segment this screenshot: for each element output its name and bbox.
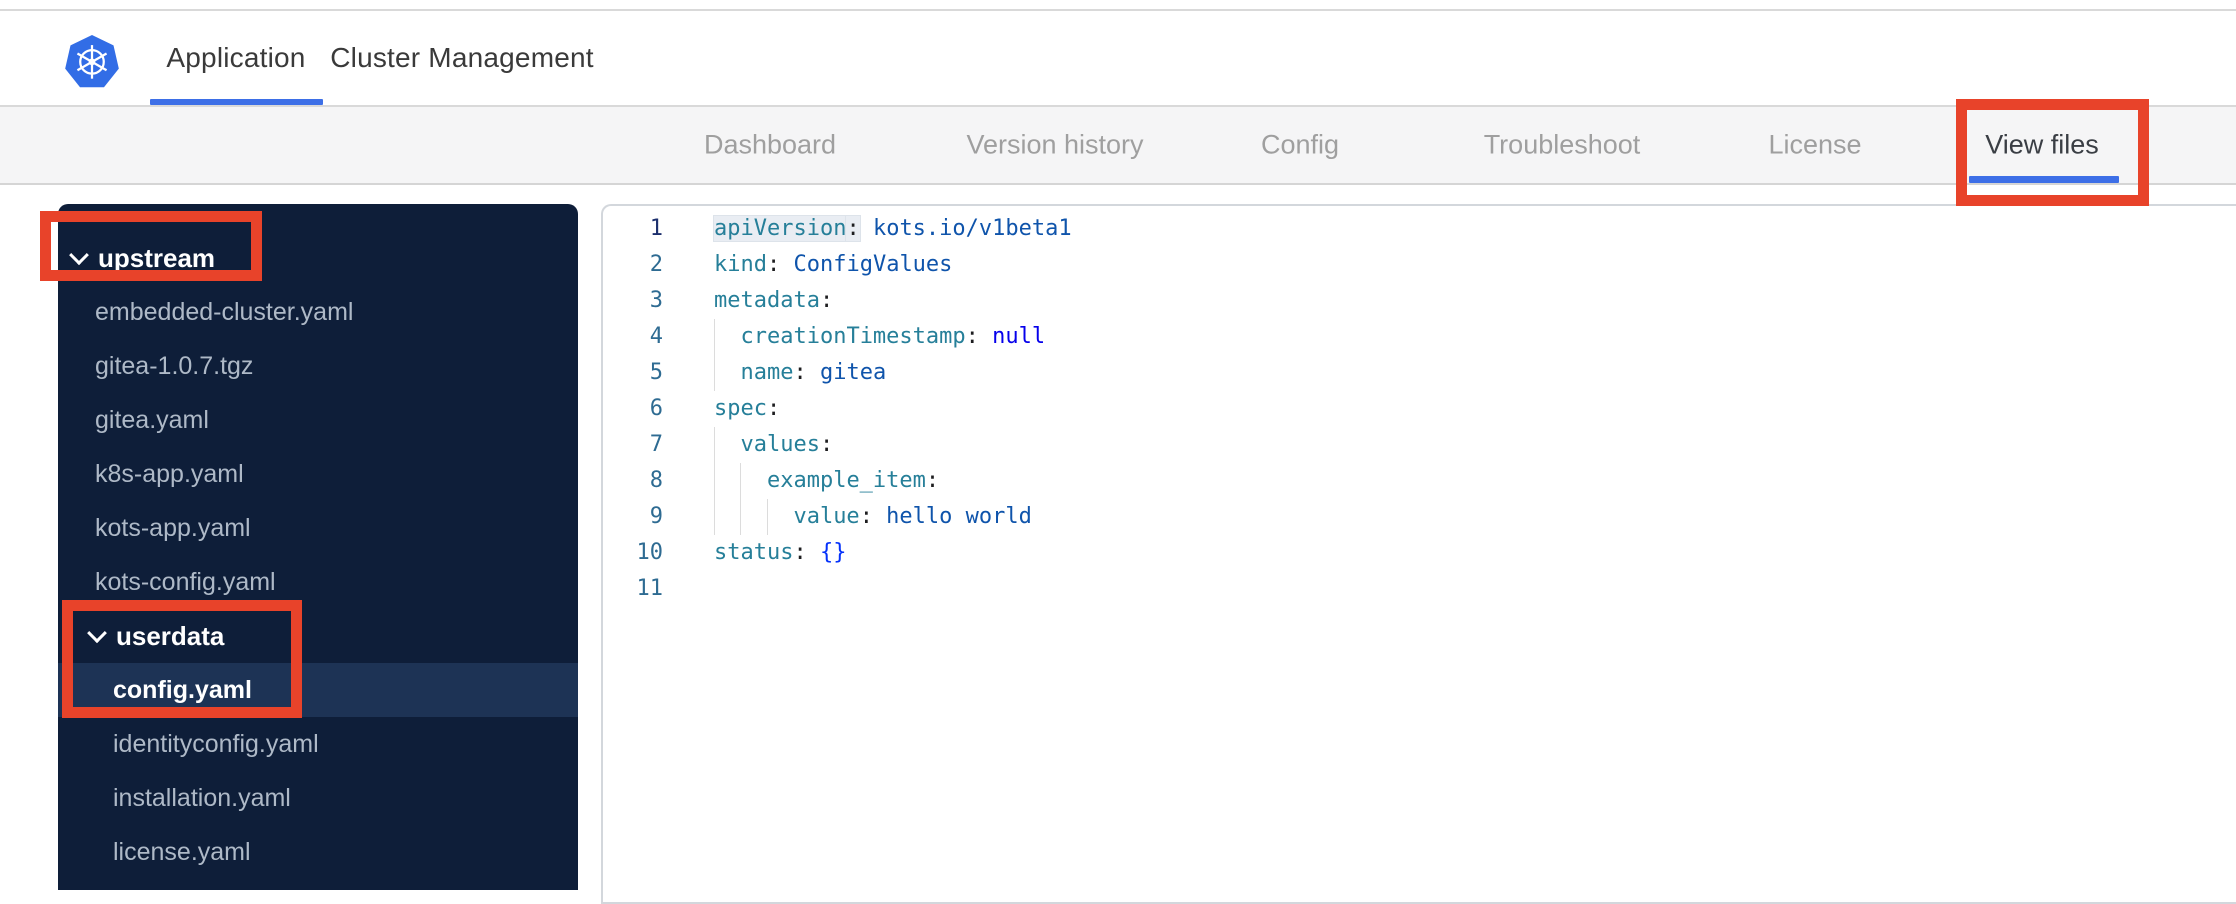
tree-item-label: kots-config.yaml bbox=[95, 567, 276, 596]
tree-file-identityconfig.yaml[interactable]: identityconfig.yaml bbox=[58, 717, 578, 771]
yaml-file-viewer[interactable]: 1 apiVersion: kots.io/v1beta1 2 kind: Confi… bbox=[601, 204, 2236, 904]
editor-line-7: 7 values: bbox=[603, 427, 2236, 463]
editor-line-4: 4 creationTimestamp: null bbox=[603, 319, 2236, 355]
nav-tab-license[interactable]: License bbox=[1768, 130, 1861, 161]
code-text: apiVersion: kots.io/v1beta1 bbox=[714, 216, 1072, 241]
code-text: kind: ConfigValues bbox=[714, 252, 953, 277]
top-tab-cluster-management[interactable]: Cluster Management bbox=[330, 42, 594, 74]
top-bar: Application Cluster Management bbox=[0, 11, 2236, 105]
line-number: 4 bbox=[649, 324, 663, 349]
line-number: 6 bbox=[649, 396, 663, 421]
code-text: creationTimestamp: null bbox=[714, 319, 1045, 355]
line-number: 1 bbox=[649, 216, 663, 241]
tree-file-kots-app.yaml[interactable]: kots-app.yaml bbox=[58, 501, 578, 555]
line-number: 11 bbox=[636, 576, 664, 601]
kubernetes-heptagon-icon bbox=[65, 35, 119, 88]
line-number: 8 bbox=[649, 468, 663, 493]
code-text: values: bbox=[714, 427, 833, 463]
tree-item-label: kots-app.yaml bbox=[95, 513, 251, 542]
code-text: name: gitea bbox=[714, 355, 886, 391]
line-number: 2 bbox=[649, 252, 663, 277]
editor-line-10: 10 status: {} bbox=[603, 535, 2236, 571]
code-text: example_item: bbox=[714, 463, 939, 499]
tree-file-embedded-cluster.yaml[interactable]: embedded-cluster.yaml bbox=[58, 285, 578, 339]
tree-file-config.yaml[interactable]: config.yaml bbox=[58, 663, 578, 717]
tree-file-gitea.yaml[interactable]: gitea.yaml bbox=[58, 393, 578, 447]
line-number: 7 bbox=[649, 432, 663, 457]
editor-line-11: 11 bbox=[603, 571, 2236, 607]
editor-line-2: 2 kind: ConfigValues bbox=[603, 247, 2236, 283]
nav-tab-dashboard[interactable]: Dashboard bbox=[704, 130, 836, 161]
editor-line-6: 6 spec: bbox=[603, 391, 2236, 427]
tree-file-k8s-app.yaml[interactable]: k8s-app.yaml bbox=[58, 447, 578, 501]
nav-tab-config[interactable]: Config bbox=[1261, 130, 1339, 161]
tree-item-label: embedded-cluster.yaml bbox=[95, 297, 354, 326]
tree-item-label: userdata bbox=[116, 620, 225, 651]
tree-folder-userdata[interactable]: userdata bbox=[58, 609, 578, 663]
tree-item-label: installation.yaml bbox=[113, 783, 291, 812]
kubernetes-logo[interactable] bbox=[64, 33, 120, 93]
line-number: 3 bbox=[649, 288, 663, 313]
tree-item-label: upstream bbox=[98, 242, 216, 273]
tree-item-label: config.yaml bbox=[113, 675, 252, 704]
tree-file-license.yaml[interactable]: license.yaml bbox=[58, 825, 578, 879]
file-tree-panel: upstream embedded-cluster.yaml gitea-1.0.7… bbox=[58, 204, 578, 890]
tree-item-label: gitea-1.0.7.tgz bbox=[95, 351, 254, 380]
tree-item-label: k8s-app.yaml bbox=[95, 459, 244, 488]
code-text: spec: bbox=[714, 396, 781, 421]
top-tab-application[interactable]: Application bbox=[166, 42, 305, 74]
chevron-down-icon bbox=[87, 623, 107, 644]
code-text: value: hello world bbox=[714, 499, 1032, 535]
tree-file-gitea-1.0.7.tgz[interactable]: gitea-1.0.7.tgz bbox=[58, 339, 578, 393]
nav-tab-version-history[interactable]: Version history bbox=[966, 130, 1143, 161]
chevron-down-icon bbox=[69, 245, 89, 266]
code-text: status: {} bbox=[714, 540, 847, 565]
tree-item-label: license.yaml bbox=[113, 837, 251, 866]
editor-line-1: 1 apiVersion: kots.io/v1beta1 bbox=[603, 211, 2236, 247]
editor-line-8: 8 example_item: bbox=[603, 463, 2236, 499]
tree-file-installation.yaml[interactable]: installation.yaml bbox=[58, 771, 578, 825]
editor-line-5: 5 name: gitea bbox=[603, 355, 2236, 391]
nav-tab-troubleshoot[interactable]: Troubleshoot bbox=[1484, 130, 1641, 161]
line-number: 5 bbox=[649, 360, 663, 385]
tree-item-label: gitea.yaml bbox=[95, 405, 209, 434]
active-nav-tab-underline bbox=[1969, 176, 2119, 183]
line-number: 9 bbox=[649, 504, 663, 529]
tree-item-label: identityconfig.yaml bbox=[113, 729, 319, 758]
tree-folder-upstream[interactable]: upstream bbox=[58, 231, 578, 285]
app-nav-bar: Dashboard Version history Config Troublesho… bbox=[0, 105, 2236, 185]
editor-line-9: 9 value: hello world bbox=[603, 499, 2236, 535]
editor-line-3: 3 metadata: bbox=[603, 283, 2236, 319]
nav-tab-view-files[interactable]: View files bbox=[1985, 130, 2099, 161]
line-number: 10 bbox=[636, 540, 664, 565]
code-text: metadata: bbox=[714, 288, 834, 313]
tree-file-kots-config.yaml[interactable]: kots-config.yaml bbox=[58, 555, 578, 609]
